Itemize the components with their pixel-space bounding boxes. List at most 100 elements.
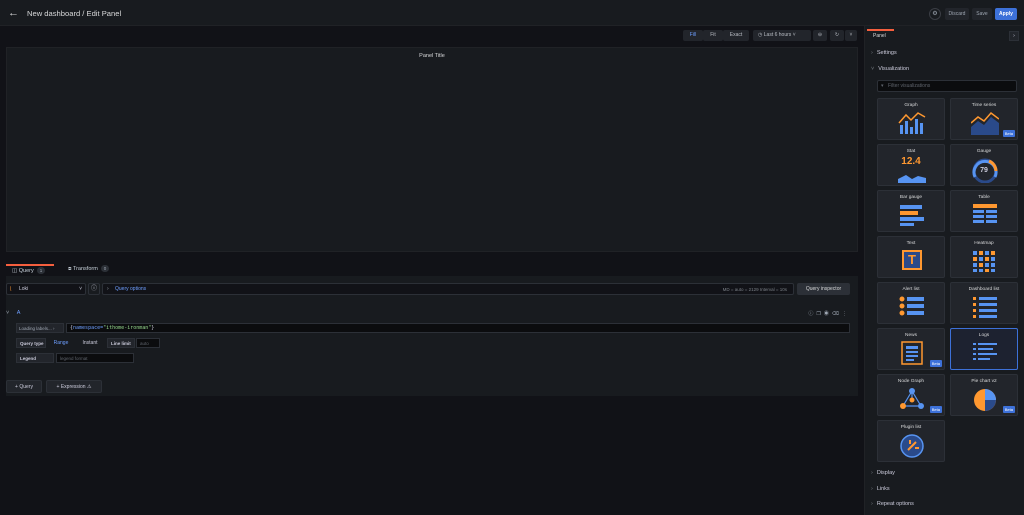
query-tabs: ◫ Query 1 ⧈ Transform 0 [6,258,858,276]
line-limit-input[interactable]: auto [136,338,160,348]
time-range-picker[interactable]: ◷ Last 6 hours ˅ [753,30,811,41]
chevron-down-icon: ˅ [871,66,875,72]
chevron-down-icon: ˅ [792,32,796,38]
viz-card-stat[interactable]: Stat 12.4 [877,144,945,186]
tab-query-count: 1 [36,267,46,274]
query-type-label: Query type [16,338,46,348]
collapse-pane-icon[interactable]: › [1009,31,1019,41]
viz-card-name: Heatmap [974,241,994,246]
section-display-label: Display [876,470,895,476]
discard-button[interactable]: Discard [945,8,969,20]
add-query-button[interactable]: + Query [6,380,42,393]
graph-icon [898,112,926,134]
viz-card-name: Alert list [902,287,920,292]
apply-button[interactable]: Apply [995,8,1017,20]
query-row-actions: ⓘ❐◉⌫⋮ [808,310,850,317]
filter-icon: ▾ [881,83,884,89]
viz-card-table[interactable]: Table [950,190,1018,232]
range-option[interactable]: Range [48,338,74,348]
refresh-icon[interactable]: ↻ [830,30,844,41]
viz-card-name: News [905,333,917,338]
section-repeat-label: Repeat options [876,501,914,507]
viz-card-gauge[interactable]: Gauge 79 [950,144,1018,186]
help-icon[interactable]: ⓘ [88,283,100,295]
expr-key: namespace= [73,325,104,331]
filter-placeholder: Filter visualizations [888,83,931,89]
options-pane: Panel › › Settings ˅ Visualization ▾ Filte… [864,26,1024,515]
viz-card-name: Node Graph [897,379,925,384]
panel-settings-icon[interactable]: ⚙ [929,8,941,20]
section-settings[interactable]: › Settings [871,50,897,56]
viz-card-text[interactable]: Text T [877,236,945,278]
zoom-out-icon[interactable]: ⊖ [813,30,827,41]
query-inspector-button[interactable]: Query inspector [797,283,850,295]
chevron-right-icon: › [871,501,873,507]
query-options-toggle[interactable]: › Query options MD = auto = 2129 Interva… [102,283,794,295]
chevron-down-icon: ˅ [6,310,10,316]
tab-transform-count: 0 [100,265,110,272]
legend-label: Legend [16,353,54,363]
back-arrow-icon[interactable]: ← [8,6,20,20]
query-expression-input[interactable]: {namespace="ithome-ironman"} [66,323,850,333]
alert-list-icon [899,296,924,316]
tab-transform[interactable]: ⧈ Transform 0 [68,264,128,276]
fit-button[interactable]: Fit [703,30,723,41]
datasource-name: Loki [19,286,29,292]
tab-panel[interactable]: Panel [867,29,894,41]
viz-card-news[interactable]: News Beta [877,328,945,370]
eye-icon[interactable]: ◉ [824,311,832,317]
top-bar: ← New dashboard / Edit Panel ⚙ Discard S… [0,0,1024,26]
viz-card-graph[interactable]: Graph [877,98,945,140]
exact-button[interactable]: Exact [723,30,749,41]
viz-card-name: Pie chart v2 [971,379,997,384]
viz-card-time-series[interactable]: Time series Beta [950,98,1018,140]
loki-logo-icon: ⌊ [10,286,12,292]
tab-query-label: Query [18,268,34,274]
viz-card-name: Time series [971,103,997,108]
viz-card-alert-list[interactable]: Alert list [877,282,945,324]
section-repeat-options[interactable]: › Repeat options [871,501,914,507]
chevron-right-icon: › [53,326,55,331]
time-range-label: Last 6 hours [763,32,792,38]
plus-icon: + [15,384,18,390]
fill-button[interactable]: Fill [683,30,703,41]
viz-card-name: Table [978,195,990,200]
drag-handle-icon[interactable]: ⋮ [842,311,850,317]
legend-input[interactable]: legend format [56,353,134,363]
chevron-right-icon: › [107,286,109,292]
news-icon [901,341,923,365]
filter-visualizations-input[interactable]: ▾ Filter visualizations [877,80,1017,92]
viz-card-heatmap[interactable]: Heatmap [950,236,1018,278]
query-row-header[interactable]: ˅ A ⓘ❐◉⌫⋮ [6,310,850,319]
section-display[interactable]: › Display [871,470,895,476]
label-browser-button[interactable]: Loading labels... › [16,323,64,333]
tab-query[interactable]: ◫ Query 1 [6,264,54,276]
trash-icon[interactable]: ⌫ [832,311,842,317]
viz-card-name: Graph [904,103,918,108]
chevron-down-icon: ˅ [79,286,82,292]
expr-value: "ithome-ironman" [103,325,152,331]
viz-card-node-graph[interactable]: Node Graph Beta [877,374,945,416]
section-settings-label: Settings [876,50,897,56]
viz-card-bar-gauge[interactable]: Bar gauge [877,190,945,232]
viz-card-logs[interactable]: Logs [950,328,1018,370]
duplicate-icon[interactable]: ❐ [816,311,823,317]
section-links[interactable]: › Links [871,486,890,492]
add-expression-button[interactable]: + Expression ⚠ [46,380,102,393]
section-visualization[interactable]: ˅ Visualization [871,66,909,72]
refresh-interval-chevron-icon[interactable]: ˅ [845,30,857,41]
instant-option[interactable]: Instant [76,338,104,348]
datasource-picker[interactable]: ⌊ Loki ˅ [6,283,86,295]
line-limit-label: Line limit [107,338,135,348]
viz-card-plugin-list[interactable]: Plugin list [877,420,945,462]
panel-title[interactable]: Panel Title [7,53,857,59]
save-button[interactable]: Save [972,8,992,20]
viz-card-pie-chart[interactable]: Pie chart v2 Beta [950,374,1018,416]
viz-card-name: Bar gauge [899,195,923,200]
viz-card-name: Stat [906,149,916,154]
add-query-label: Query [19,384,33,390]
viz-card-dashboard-list[interactable]: Dashboard list [950,282,1018,324]
clock-icon: ◷ [758,32,763,38]
viz-card-name: Dashboard list [968,287,1000,292]
node-graph-icon [900,388,924,409]
